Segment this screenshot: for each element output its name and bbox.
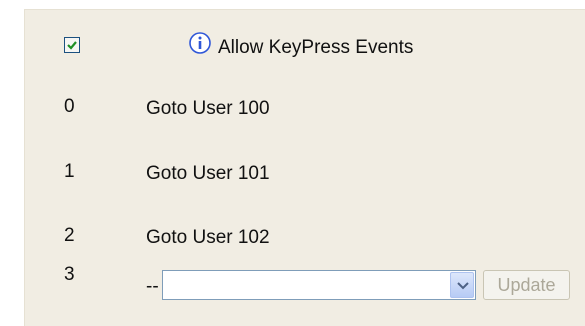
row-index: 2 bbox=[64, 225, 75, 246]
action-select[interactable] bbox=[162, 270, 476, 300]
allow-keypress-row: Allow KeyPress Events bbox=[25, 32, 585, 72]
allow-keypress-checkbox[interactable] bbox=[64, 37, 80, 53]
row-index: 3 bbox=[64, 264, 75, 285]
keypress-settings-panel: Allow KeyPress Events 0 Goto User 100 1 … bbox=[24, 9, 585, 326]
update-button[interactable]: Update bbox=[483, 270, 570, 300]
row-action-label[interactable]: Goto User 101 bbox=[146, 162, 270, 186]
keypress-row: 2 Goto User 102 bbox=[25, 224, 585, 264]
empty-action-prefix: -- bbox=[146, 276, 159, 297]
info-icon[interactable] bbox=[189, 32, 211, 54]
chevron-down-icon bbox=[457, 282, 469, 290]
row-index: 0 bbox=[64, 96, 75, 117]
row-action-label[interactable]: Goto User 100 bbox=[146, 97, 270, 121]
keypress-row: 0 Goto User 100 bbox=[25, 95, 585, 135]
checkmark-icon bbox=[67, 41, 77, 50]
allow-keypress-label: Allow KeyPress Events bbox=[218, 37, 414, 58]
keypress-row: 1 Goto User 101 bbox=[25, 160, 585, 200]
row-index: 1 bbox=[64, 161, 75, 182]
row-action-label[interactable]: Goto User 102 bbox=[146, 226, 270, 250]
dropdown-button[interactable] bbox=[450, 272, 474, 298]
new-keypress-row: 3 -- Update bbox=[25, 263, 585, 303]
